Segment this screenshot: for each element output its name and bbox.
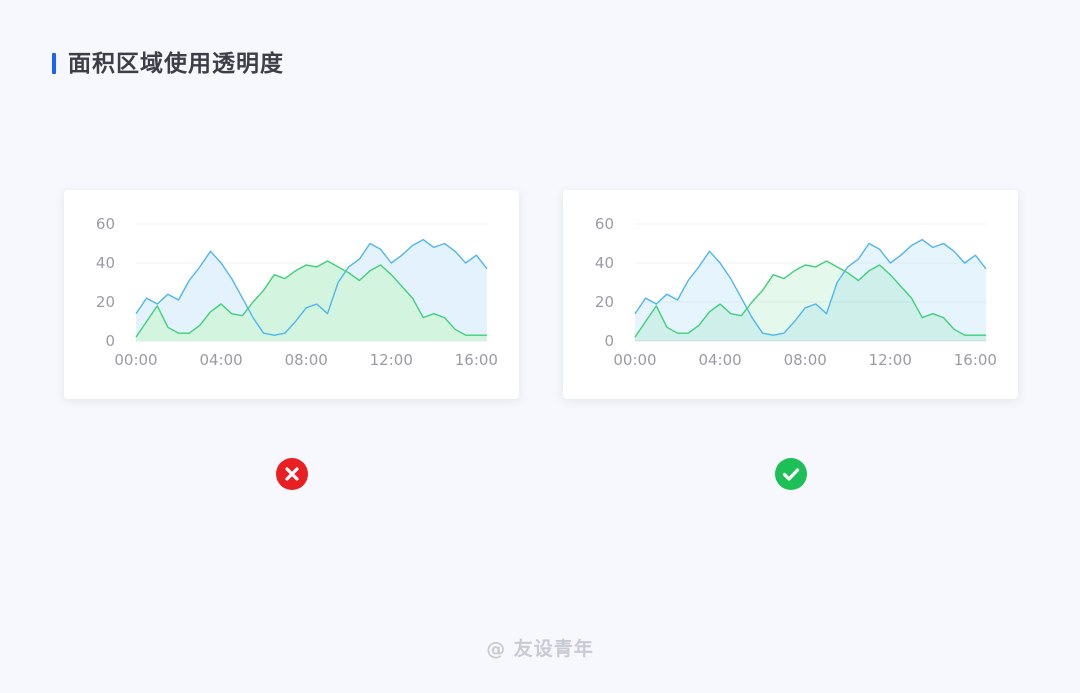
watermark: @ 友设青年	[486, 638, 594, 660]
x-tick-label: 08:00	[285, 351, 328, 369]
x-tick-label: 12:00	[869, 351, 912, 369]
chart-card-transparent: 0 20 40 60 00:00 04:00 08:00 12:00 16:00	[563, 190, 1018, 399]
y-tick-label: 20	[595, 293, 614, 311]
area-chart-opaque: 0 20 40 60 00:00 04:00 08:00 12:00 16:00	[96, 215, 498, 369]
y-tick-label: 20	[96, 293, 115, 311]
area-chart-transparent: 0 20 40 60 00:00 04:00 08:00 12:00 16:00	[595, 215, 997, 369]
check-icon	[775, 458, 807, 490]
x-tick-label: 08:00	[784, 351, 827, 369]
heading-accent-bar	[52, 53, 56, 74]
page-title: 面积区域使用透明度	[68, 51, 284, 77]
chart-card-opaque: 0 20 40 60 00:00 04:00 08:00 12:00 16:00	[64, 190, 519, 399]
x-tick-label: 00:00	[613, 351, 656, 369]
x-tick-label: 00:00	[114, 351, 157, 369]
y-tick-label: 0	[105, 332, 115, 350]
y-tick-label: 60	[96, 215, 115, 233]
x-tick-label: 16:00	[455, 351, 498, 369]
x-tick-label: 04:00	[199, 351, 242, 369]
x-tick-label: 04:00	[698, 351, 741, 369]
y-tick-label: 0	[604, 332, 614, 350]
x-tick-label: 16:00	[954, 351, 997, 369]
y-tick-label: 40	[96, 254, 115, 272]
cross-icon	[276, 458, 308, 490]
check-icon-circle	[775, 458, 807, 490]
y-tick-label: 60	[595, 215, 614, 233]
x-tick-label: 12:00	[370, 351, 413, 369]
y-tick-label: 40	[595, 254, 614, 272]
